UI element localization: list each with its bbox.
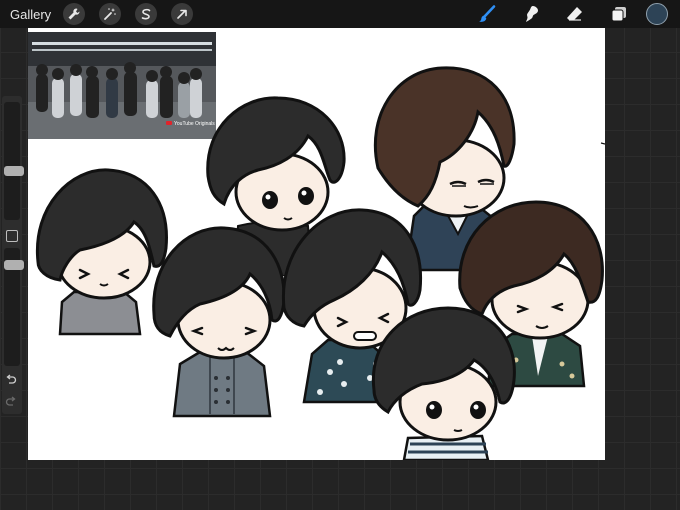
brush-button[interactable] <box>476 3 498 25</box>
color-picker-button[interactable] <box>646 3 668 25</box>
chibi-figure-middle-left <box>152 226 286 418</box>
smudge-button[interactable] <box>520 3 542 25</box>
brush-icon <box>479 5 496 22</box>
eraser-icon <box>567 7 582 21</box>
selection-icon <box>141 8 151 20</box>
opacity-slider[interactable] <box>4 248 24 366</box>
smudge-icon <box>526 6 538 22</box>
undo-icon <box>6 374 17 384</box>
redo-button[interactable] <box>5 396 17 411</box>
layers-icon <box>611 7 626 22</box>
gallery-button[interactable]: Gallery <box>10 7 51 22</box>
wrench-icon <box>68 8 80 20</box>
chibi-figure-bottom-center <box>371 306 516 460</box>
selection-button[interactable] <box>135 3 158 25</box>
modify-button[interactable] <box>6 230 18 242</box>
transform-arrow-icon <box>177 9 187 19</box>
opacity-thumb[interactable] <box>4 260 24 270</box>
left-sidebar <box>2 96 24 414</box>
transform-button[interactable] <box>171 3 194 25</box>
right-toolbar <box>476 0 680 28</box>
eraser-button[interactable] <box>564 3 586 25</box>
top-toolbar: Gallery <box>0 0 680 28</box>
magic-wand-icon <box>104 8 116 20</box>
drawing-canvas[interactable]: YouTube Originals <box>28 28 605 460</box>
redo-icon <box>5 396 16 406</box>
undo-button[interactable] <box>5 374 17 389</box>
layers-button[interactable] <box>608 3 630 25</box>
adjustments-button[interactable] <box>99 3 122 25</box>
brush-size-slider[interactable] <box>4 102 24 220</box>
brush-size-thumb[interactable] <box>4 166 24 176</box>
actions-button[interactable] <box>63 3 86 25</box>
